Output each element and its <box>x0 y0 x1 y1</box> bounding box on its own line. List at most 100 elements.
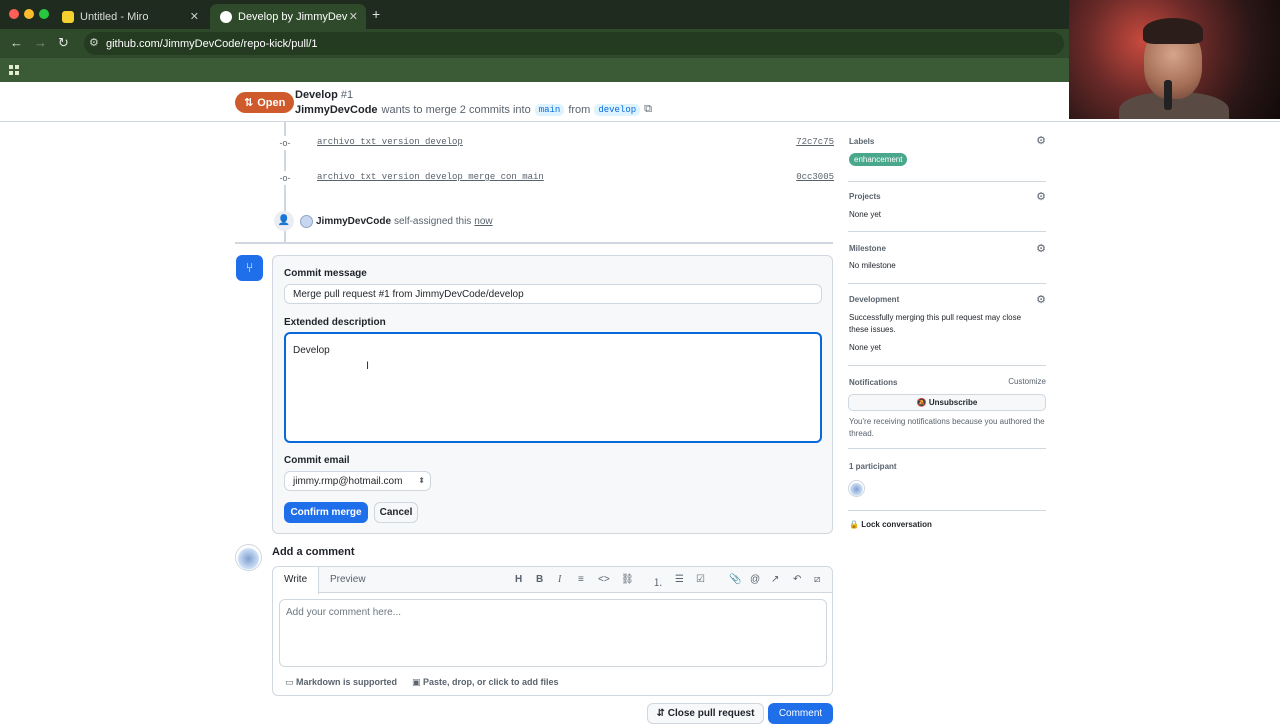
gear-icon[interactable]: ⚙ <box>1036 134 1046 147</box>
bold-icon[interactable]: B <box>536 574 543 585</box>
sidebar-divider <box>848 448 1046 449</box>
timeline-divider <box>235 242 833 244</box>
close-icon[interactable]: ✕ <box>190 10 199 23</box>
label-badge[interactable]: enhancement <box>849 153 908 166</box>
commit-icon: -o- <box>278 171 292 185</box>
apps-grid-icon[interactable] <box>9 65 19 75</box>
commit-row: -o- archivo txt version develop 72c7c75 <box>274 134 834 154</box>
quote-icon[interactable]: ≡ <box>578 574 584 585</box>
bell-slash-icon: 🔕 <box>916 398 927 407</box>
tab-label: Untitled - Miro <box>80 10 149 23</box>
cancel-button[interactable]: Cancel <box>374 502 418 523</box>
slash-commands-icon[interactable]: ⧄ <box>814 574 820 585</box>
italic-icon[interactable]: I <box>558 574 561 585</box>
webcam-overlay <box>1069 0 1280 119</box>
pr-title: Develop #1 <box>295 89 354 101</box>
milestone-section: Milestone ⚙ No milestone <box>848 232 1046 284</box>
customize-link[interactable]: Customize <box>1008 377 1046 386</box>
avatar[interactable] <box>300 214 313 228</box>
commit-message-input[interactable]: Merge pull request #1 from JimmyDevCode/… <box>284 284 822 304</box>
pr-subtitle: JimmyDevCode wants to merge 2 commits in… <box>295 103 652 116</box>
event-time-link[interactable]: now <box>474 216 492 227</box>
reference-icon[interactable]: ↗ <box>771 574 779 585</box>
head-branch[interactable]: develop <box>594 103 641 116</box>
ordered-list-icon[interactable]: ⒈ <box>653 574 663 589</box>
browser-tab-miro[interactable]: Untitled - Miro ✕ <box>52 4 207 29</box>
extended-description-value: Develop <box>293 345 330 356</box>
extended-description-label: Extended description <box>284 317 386 328</box>
site-settings-icon[interactable]: ⚙ <box>89 36 99 49</box>
confirm-merge-button[interactable]: Confirm merge <box>284 502 368 523</box>
tab-write[interactable]: Write <box>273 567 320 594</box>
attach-icon[interactable]: 📎 <box>729 574 741 585</box>
task-list-icon[interactable]: ☑ <box>696 574 705 585</box>
sidebar-divider <box>848 510 1046 511</box>
back-icon[interactable]: ← <box>10 35 23 50</box>
markdown-note[interactable]: ▭ Markdown is supported <box>285 677 397 688</box>
window-zoom-control[interactable] <box>39 9 49 19</box>
notification-reason: You're receiving notifications because y… <box>849 417 1045 438</box>
lock-conversation-link[interactable]: 🔒 Lock conversation <box>849 520 932 529</box>
close-icon[interactable]: ✕ <box>349 10 358 23</box>
labels-section: Labels ⚙ enhancement <box>848 122 1046 182</box>
commit-sha-link[interactable]: 72c7c75 <box>796 137 834 147</box>
development-heading: Development <box>849 295 900 304</box>
attach-files-note[interactable]: ▣ Paste, drop, or click to add files <box>412 677 559 688</box>
pr-author-link[interactable]: JimmyDevCode <box>295 104 378 116</box>
avatar[interactable] <box>848 480 865 497</box>
select-arrow-icon: ⬍ <box>418 476 425 485</box>
code-icon[interactable]: <> <box>598 574 610 585</box>
labels-heading: Labels <box>849 137 875 146</box>
commit-icon: -o- <box>278 136 292 150</box>
extended-description-textarea[interactable]: Develop I <box>284 332 822 443</box>
commit-sha-link[interactable]: 0cc3005 <box>796 172 834 182</box>
browser-tab-github[interactable]: Develop by JimmyDevCode ✕ <box>210 4 366 29</box>
close-pull-request-button[interactable]: ⇵ Close pull request <box>647 703 764 724</box>
mention-icon[interactable]: @ <box>750 574 760 585</box>
github-icon <box>220 10 232 23</box>
heading-icon[interactable]: H <box>515 574 522 585</box>
base-branch[interactable]: main <box>534 103 565 116</box>
gear-icon[interactable]: ⚙ <box>1036 293 1046 306</box>
notifications-heading: Notifications <box>849 378 898 387</box>
development-section: Development ⚙ Successfully merging this … <box>848 284 1046 366</box>
pr-number: #1 <box>340 89 354 101</box>
reload-icon[interactable]: ↻ <box>58 35 69 51</box>
assign-user-link[interactable]: JimmyDevCode <box>316 216 391 227</box>
gear-icon[interactable]: ⚙ <box>1036 190 1046 203</box>
reply-icon[interactable]: ↶ <box>793 574 801 585</box>
new-tab-icon[interactable]: + <box>372 6 380 22</box>
comment-textarea[interactable]: Add your comment here... <box>279 599 827 667</box>
add-comment-heading: Add a comment <box>272 546 355 558</box>
merge-form: Commit message Merge pull request #1 fro… <box>272 255 833 534</box>
commit-email-label: Commit email <box>284 455 350 466</box>
unsubscribe-button[interactable]: 🔕 Unsubscribe <box>848 394 1046 411</box>
pull-request-icon: ⇅ <box>244 97 254 109</box>
commit-row: -o- archivo txt version develop merge co… <box>274 169 834 189</box>
comment-tabs: Write Preview H B I ≡ <> ⛓ ⒈ ☰ ☑ 📎 @ ↗ ↶… <box>273 567 832 594</box>
text-cursor-icon: I <box>366 360 370 372</box>
tab-preview[interactable]: Preview <box>319 567 377 593</box>
address-bar[interactable]: ⚙ github.com/JimmyDevCode/repo-kick/pull… <box>84 32 1064 55</box>
commit-email-select[interactable]: jimmy.rmp@hotmail.com ⬍ <box>284 471 431 491</box>
avatar[interactable] <box>235 544 262 571</box>
milestone-heading: Milestone <box>849 244 886 253</box>
projects-section: Projects ⚙ None yet <box>848 182 1046 232</box>
window-close-control[interactable] <box>9 9 19 19</box>
commit-message-link[interactable]: archivo txt version develop merge con ma… <box>317 172 544 182</box>
miro-icon <box>62 10 74 23</box>
link-icon[interactable]: ⛓ <box>621 574 634 585</box>
comment-editor: Write Preview H B I ≡ <> ⛓ ⒈ ☰ ☑ 📎 @ ↗ ↶… <box>272 566 833 696</box>
forward-icon[interactable]: → <box>34 35 47 50</box>
person-icon: 👤 <box>274 211 294 231</box>
commit-message-link[interactable]: archivo txt version develop <box>317 137 463 147</box>
gear-icon[interactable]: ⚙ <box>1036 242 1046 255</box>
projects-heading: Projects <box>849 192 881 201</box>
url-text: github.com/JimmyDevCode/repo-kick/pull/1 <box>106 37 318 50</box>
copy-icon[interactable]: ⧉ <box>644 103 652 116</box>
window-minimize-control[interactable] <box>24 9 34 19</box>
commit-message-label: Commit message <box>284 268 367 279</box>
unordered-list-icon[interactable]: ☰ <box>675 574 684 585</box>
git-merge-icon: ⑂ <box>236 255 263 281</box>
comment-button[interactable]: Comment <box>768 703 833 724</box>
